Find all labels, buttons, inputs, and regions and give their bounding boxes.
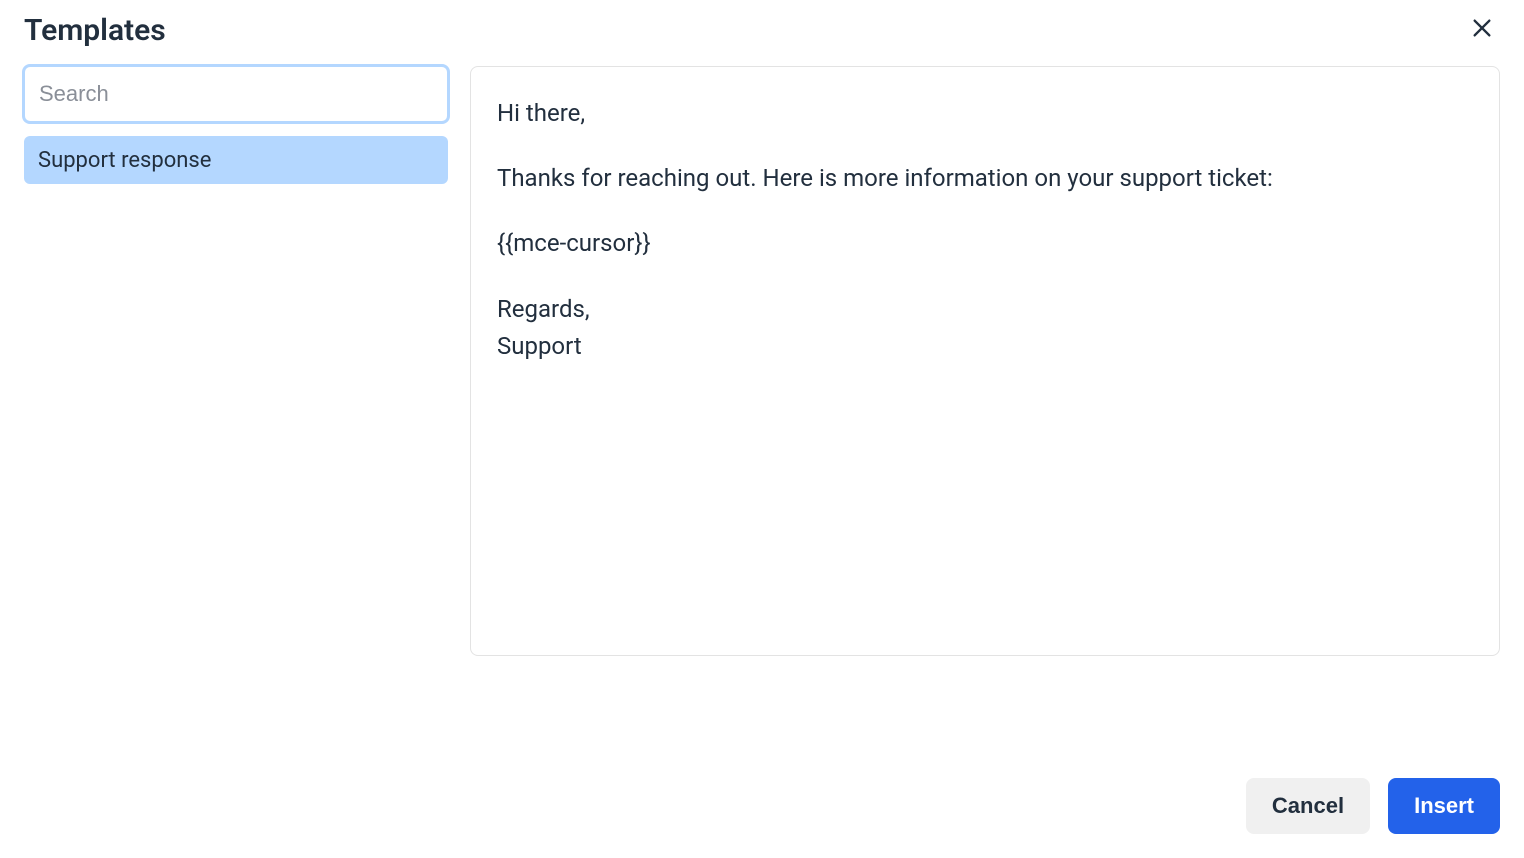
insert-button[interactable]: Insert: [1388, 778, 1500, 834]
search-input[interactable]: [24, 66, 448, 122]
dialog-footer: Cancel Insert: [24, 694, 1500, 834]
preview-paragraph: {{mce-cursor}}: [497, 225, 1473, 262]
template-sidebar: Support response: [24, 66, 448, 694]
dialog-header: Templates: [24, 0, 1500, 66]
template-item-label: Support response: [38, 148, 211, 173]
template-preview: Hi there, Thanks for reaching out. Here …: [470, 66, 1500, 656]
template-item-support-response[interactable]: Support response: [24, 136, 448, 184]
template-list: Support response: [24, 136, 448, 184]
dialog-title: Templates: [24, 13, 166, 48]
dialog-body: Support response Hi there, Thanks for re…: [24, 66, 1500, 694]
close-icon: [1471, 17, 1493, 43]
close-button[interactable]: [1464, 12, 1500, 48]
templates-dialog: Templates Support response Hi there, Tha…: [0, 0, 1524, 858]
preview-paragraph: Thanks for reaching out. Here is more in…: [497, 160, 1473, 197]
cancel-button[interactable]: Cancel: [1246, 778, 1370, 834]
preview-paragraph: Hi there,: [497, 95, 1473, 132]
preview-paragraph: Regards, Support: [497, 291, 1473, 365]
